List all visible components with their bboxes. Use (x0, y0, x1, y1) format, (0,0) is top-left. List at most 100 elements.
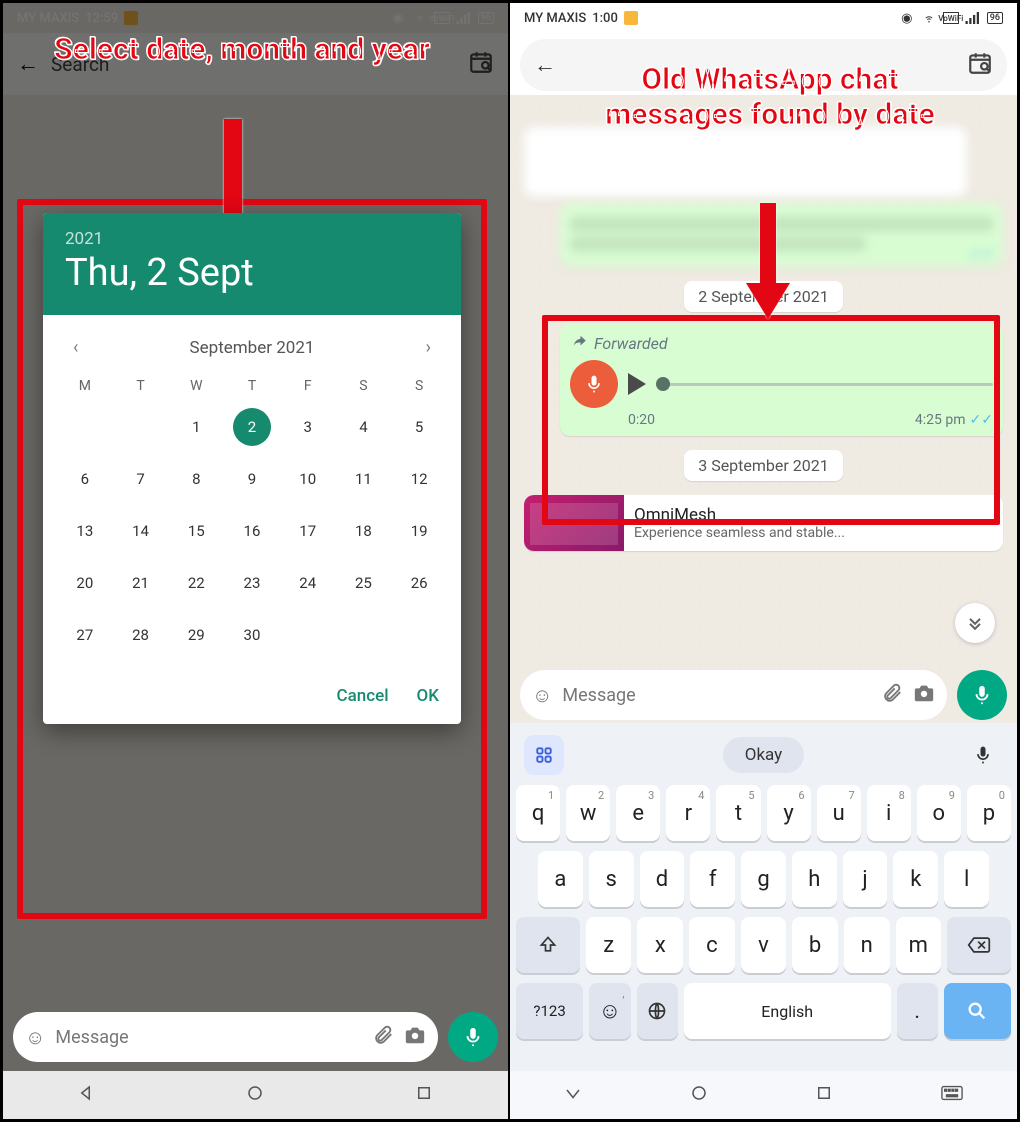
day-cell[interactable]: 7 (122, 460, 160, 498)
month-prev-button[interactable]: ‹ (65, 333, 86, 362)
day-cell[interactable]: 13 (66, 512, 104, 550)
day-cell[interactable]: 2 (233, 408, 271, 446)
day-cell[interactable]: 19 (400, 512, 438, 550)
day-cell[interactable]: 10 (289, 460, 327, 498)
key-y[interactable]: y6 (767, 785, 811, 841)
day-cell[interactable]: 5 (400, 408, 438, 446)
message-input[interactable]: ☺ Message (520, 670, 947, 720)
date-picker-date[interactable]: Thu, 2 Sept (65, 251, 439, 295)
key-shift[interactable] (516, 917, 580, 973)
key-p[interactable]: p0 (967, 785, 1011, 841)
key-m[interactable]: m (896, 917, 942, 973)
nav-keyboard-icon[interactable] (941, 1085, 963, 1105)
message-placeholder: Message (562, 685, 871, 706)
key-u[interactable]: u7 (817, 785, 861, 841)
day-cell[interactable]: 11 (344, 460, 382, 498)
day-cell[interactable]: 14 (122, 512, 160, 550)
key-symbols[interactable]: ?123 (516, 983, 583, 1039)
nav-recent-icon[interactable] (815, 1084, 833, 1106)
day-cell[interactable]: 27 (66, 616, 104, 654)
day-cell[interactable]: 9 (233, 460, 271, 498)
day-cell[interactable]: 20 (66, 564, 104, 602)
day-cell[interactable]: 12 (400, 460, 438, 498)
date-picker-year[interactable]: 2021 (65, 229, 439, 249)
key-s[interactable]: s (589, 851, 634, 907)
day-cell[interactable]: 21 (122, 564, 160, 602)
day-cell[interactable]: 8 (177, 460, 215, 498)
key-space[interactable]: English (684, 983, 891, 1039)
day-cell[interactable]: 25 (344, 564, 382, 602)
attach-icon[interactable] (372, 1024, 394, 1051)
day-cell[interactable]: 23 (233, 564, 271, 602)
key-a[interactable]: a (538, 851, 583, 907)
key-d[interactable]: d (640, 851, 685, 907)
day-cell[interactable]: 1 (177, 408, 215, 446)
key-k[interactable]: k (893, 851, 938, 907)
key-g[interactable]: g (741, 851, 786, 907)
key-b[interactable]: b (792, 917, 838, 973)
key-w[interactable]: w2 (566, 785, 610, 841)
calendar-search-icon[interactable] (967, 50, 993, 80)
key-f[interactable]: f (690, 851, 735, 907)
key-z[interactable]: z (586, 917, 632, 973)
day-cell[interactable]: 29 (177, 616, 215, 654)
key-period[interactable]: . (897, 983, 938, 1039)
month-next-button[interactable]: › (418, 333, 439, 362)
key-search[interactable] (944, 983, 1011, 1039)
voice-record-button[interactable] (957, 670, 1007, 720)
key-j[interactable]: j (843, 851, 888, 907)
key-backspace[interactable] (947, 917, 1011, 973)
back-arrow-icon[interactable]: ← (534, 52, 556, 78)
nav-back-icon[interactable] (564, 1084, 582, 1106)
scroll-down-button[interactable] (955, 603, 995, 643)
key-t[interactable]: t5 (716, 785, 760, 841)
key-c[interactable]: c (689, 917, 735, 973)
key-n[interactable]: n (844, 917, 890, 973)
day-cell[interactable]: 26 (400, 564, 438, 602)
keyboard-apps-button[interactable] (524, 735, 564, 775)
emoji-icon[interactable]: ☺ (25, 1025, 45, 1050)
key-x[interactable]: x (637, 917, 683, 973)
status-icons: ◉ VoWiFi 96 (899, 12, 1003, 24)
key-o[interactable]: o9 (917, 785, 961, 841)
day-cell[interactable]: 3 (289, 408, 327, 446)
voice-record-button[interactable] (448, 1012, 498, 1062)
message-placeholder: Message (55, 1027, 362, 1048)
nav-home-icon[interactable] (690, 1084, 708, 1106)
camera-icon[interactable] (404, 1024, 426, 1051)
nav-back-icon[interactable] (78, 1084, 96, 1106)
battery-icon: 96 (987, 12, 1003, 24)
nav-home-icon[interactable] (246, 1084, 264, 1106)
day-cell[interactable]: 18 (344, 512, 382, 550)
day-cell[interactable]: 4 (344, 408, 382, 446)
day-cell[interactable]: 16 (233, 512, 271, 550)
message-input[interactable]: ☺ Message (13, 1012, 438, 1062)
day-cell[interactable]: 17 (289, 512, 327, 550)
day-cell[interactable]: 30 (233, 616, 271, 654)
key-r[interactable]: r4 (666, 785, 710, 841)
emoji-icon[interactable]: ☺ (532, 683, 552, 708)
day-of-week-label: F (280, 378, 336, 394)
ok-button[interactable]: OK (417, 686, 439, 706)
key-i[interactable]: i8 (867, 785, 911, 841)
nav-recent-icon[interactable] (415, 1084, 433, 1106)
day-cell[interactable]: 28 (122, 616, 160, 654)
cancel-button[interactable]: Cancel (336, 686, 388, 706)
day-empty (66, 408, 104, 446)
key-h[interactable]: h (792, 851, 837, 907)
day-of-week-label: T (113, 378, 169, 394)
key-e[interactable]: e3 (616, 785, 660, 841)
attach-icon[interactable] (881, 682, 903, 709)
day-cell[interactable]: 24 (289, 564, 327, 602)
day-cell[interactable]: 22 (177, 564, 215, 602)
day-cell[interactable]: 15 (177, 512, 215, 550)
keyboard-mic-button[interactable] (963, 735, 1003, 775)
key-q[interactable]: q1 (516, 785, 560, 841)
key-emoji[interactable]: ☺, (589, 983, 630, 1039)
camera-icon[interactable] (913, 682, 935, 709)
day-cell[interactable]: 6 (66, 460, 104, 498)
key-language[interactable] (637, 983, 678, 1039)
key-v[interactable]: v (741, 917, 787, 973)
key-l[interactable]: l (944, 851, 989, 907)
keyboard-suggestion[interactable]: Okay (723, 737, 804, 773)
